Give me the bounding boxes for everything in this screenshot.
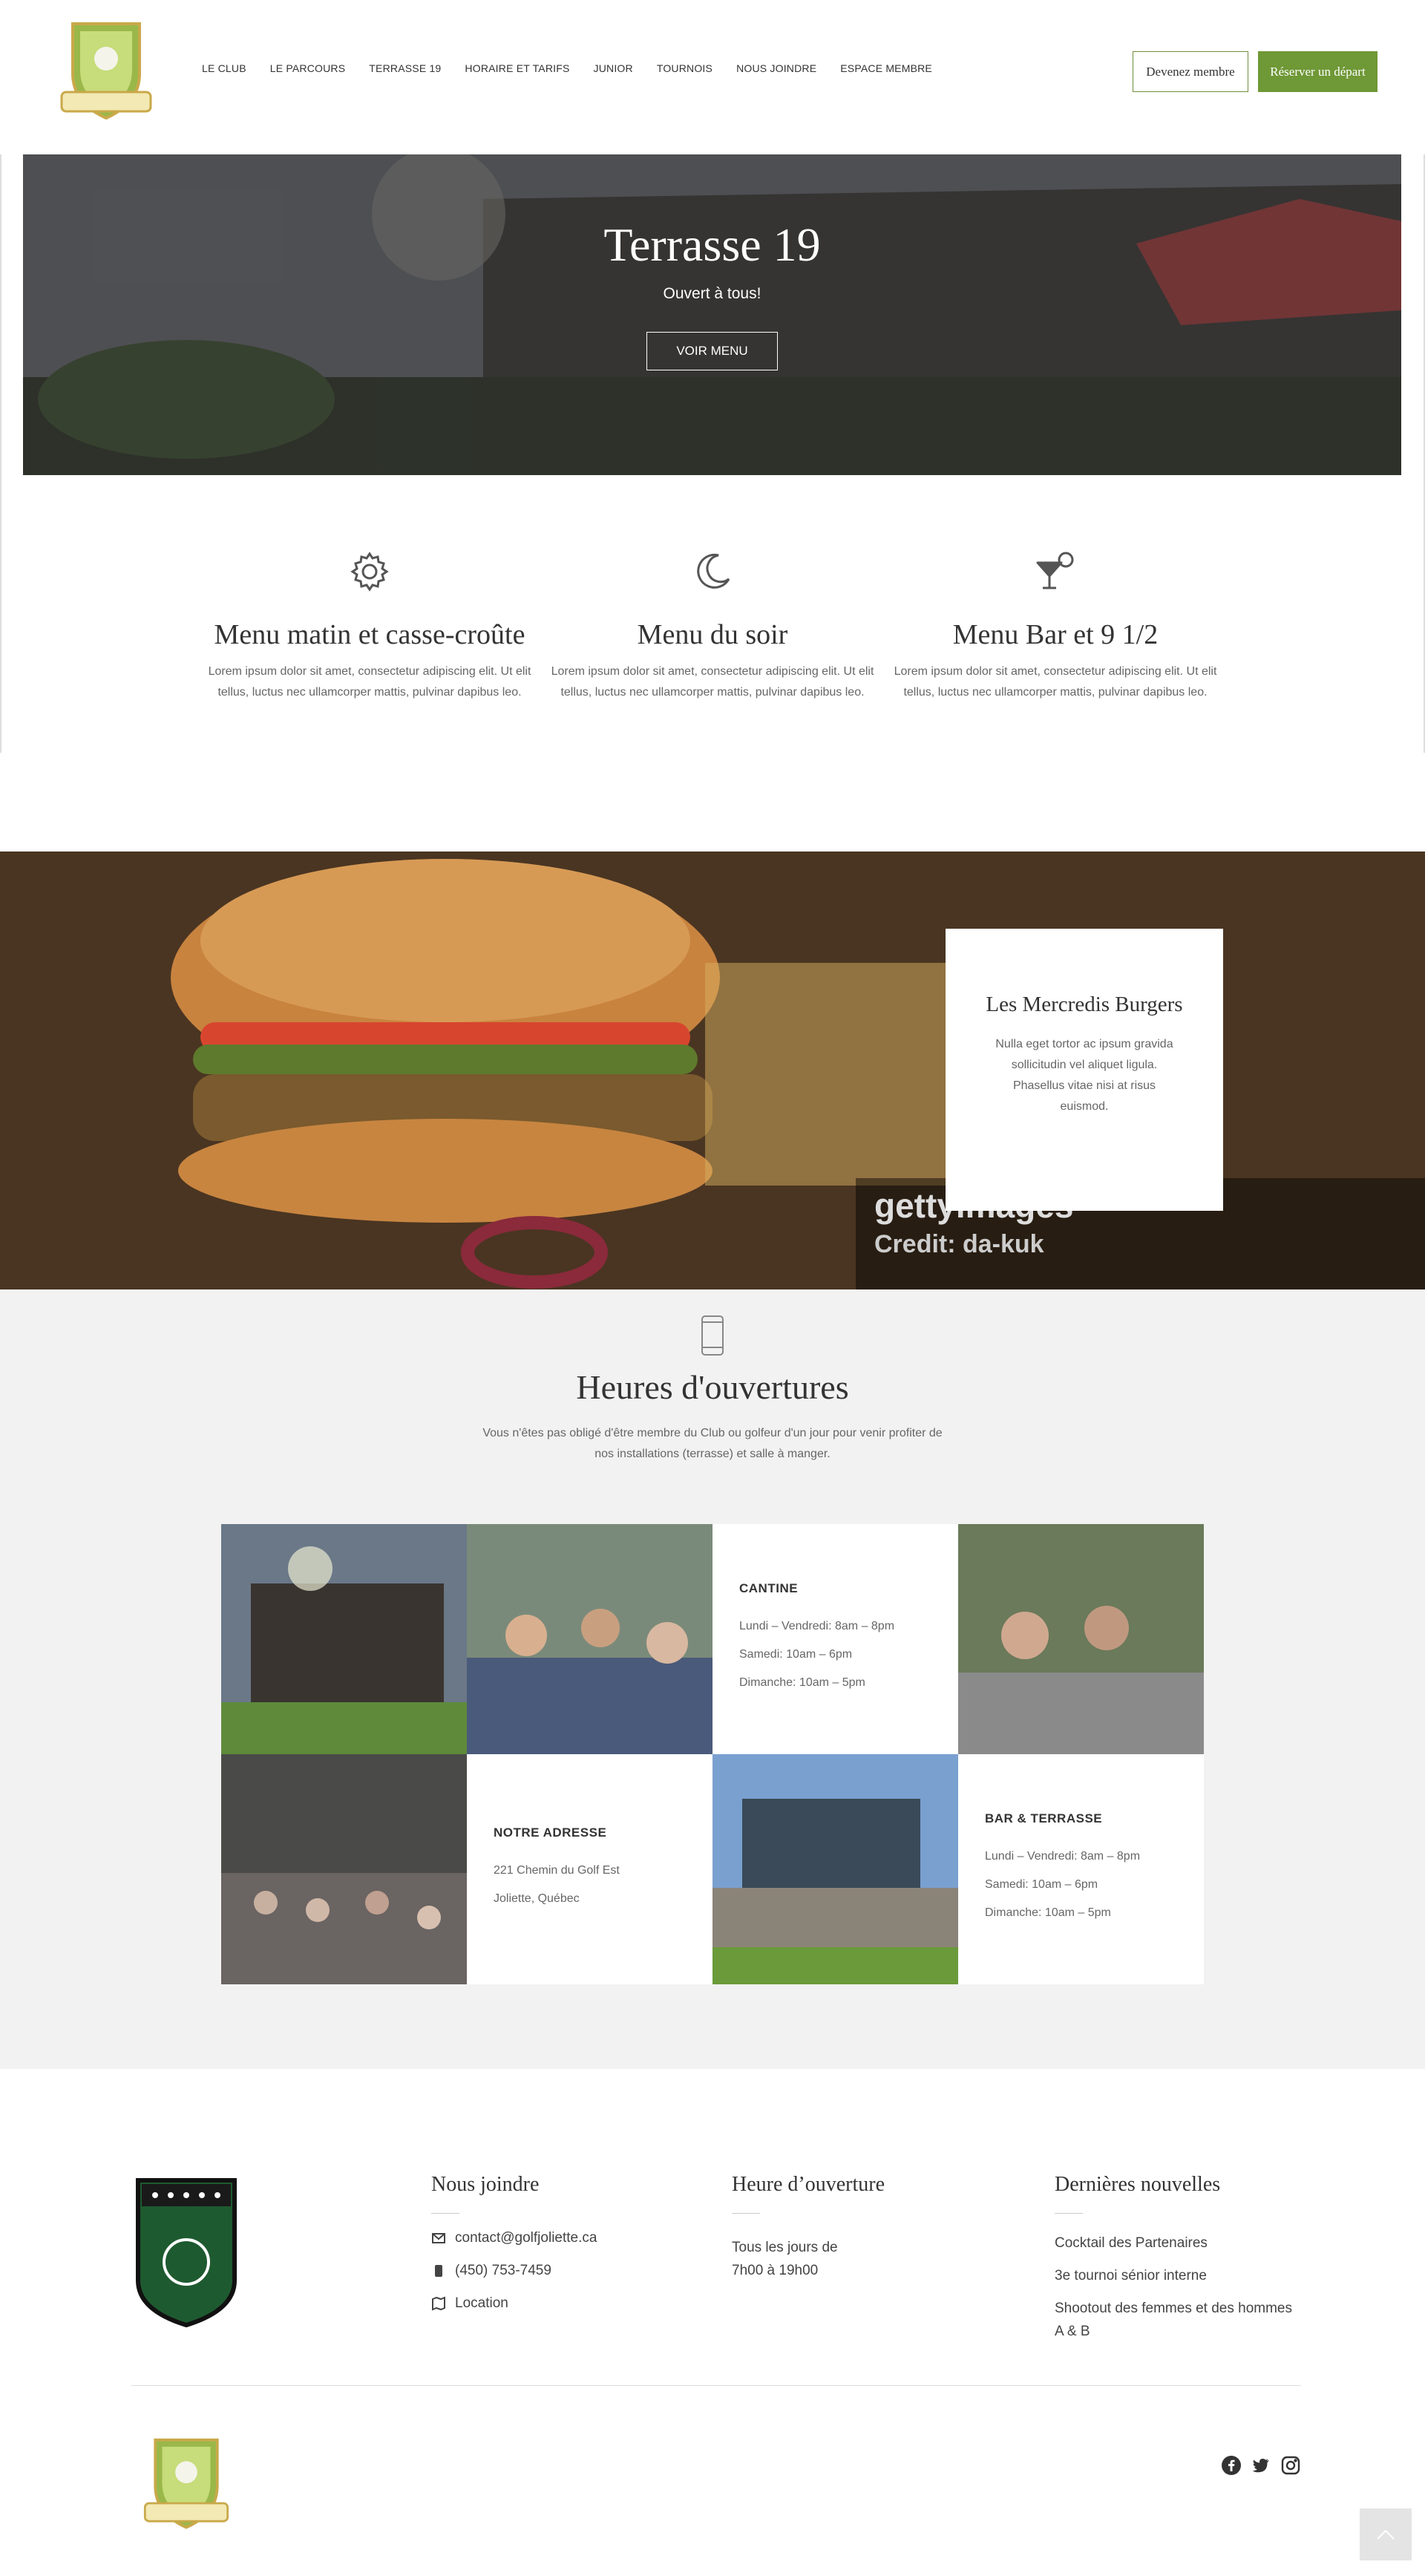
- footer-divider: [131, 2385, 1301, 2386]
- moon-icon: [697, 553, 730, 589]
- feature-title: Menu Bar et 9 1/2: [952, 619, 1159, 650]
- nav-junior[interactable]: JUNIOR: [594, 62, 633, 74]
- footer-contact-title: Nous joindre: [431, 2173, 540, 2196]
- address-street: 221 Chemin du Golf Est: [494, 1864, 620, 1877]
- burger-card: Les Mercredis Burgers Nulla eget tortor …: [946, 929, 1223, 1211]
- address-title: NOTRE ADRESSE: [494, 1825, 607, 1840]
- map-icon: [432, 2296, 445, 2311]
- feature-title: Menu matin et casse-croûte: [214, 619, 525, 650]
- footer-news-title: Dernières nouvelles: [1055, 2173, 1221, 2196]
- menu-features: Menu matin et casse-croûte Lorem ipsum d…: [0, 549, 1425, 728]
- nav-le-parcours[interactable]: LE PARCOURS: [270, 62, 346, 74]
- photo-terrace-crowd: [221, 1754, 467, 1984]
- burger-promo-section: gettyimages Credit: da-kuk Les Mercredis…: [0, 851, 1425, 1289]
- footer-location[interactable]: Location: [431, 2295, 597, 2312]
- nav-horaire-et-tarifs[interactable]: HORAIRE ET TARIFS: [465, 62, 569, 74]
- address-city: Joliette, Québec: [494, 1892, 580, 1905]
- facebook-icon[interactable]: [1221, 2455, 1242, 2476]
- agcq-shield-logo: [136, 2178, 237, 2328]
- footer-separator: [431, 2213, 459, 2214]
- feature-evening-menu: Menu du soir Lorem ipsum dolor sit amet,…: [551, 549, 874, 703]
- footer-contact-col: Nous joindre contact@golfjoliette.ca (45…: [431, 2173, 597, 2312]
- nav-le-club[interactable]: LE CLUB: [202, 62, 246, 74]
- getty-credit: Credit: da-kuk: [874, 1230, 1044, 1258]
- news-link[interactable]: Cocktail des Partenaires: [1055, 2232, 1300, 2255]
- footer-separator: [1055, 2213, 1083, 2214]
- address-tile: NOTRE ADRESSE 221 Chemin du Golf Est Jol…: [467, 1754, 712, 1984]
- smartphone-icon: [701, 1315, 724, 1356]
- footer-hours-line: 7h00 à 19h00: [732, 2263, 819, 2278]
- bar-title: BAR & TERRASSE: [985, 1811, 1103, 1825]
- bar-terrace-hours-tile: BAR & TERRASSE Lundi – Vendredi: 8am – 8…: [958, 1754, 1204, 1984]
- burger-card-text: Nulla eget tortor ac ipsum gravida solli…: [995, 1038, 1173, 1113]
- hours-intro: Vous n'êtes pas obligé d'être membre du …: [482, 1427, 943, 1460]
- photo-guests-laughing: [958, 1524, 1204, 1754]
- hero-title: Terrasse 19: [603, 218, 821, 271]
- become-member-button[interactable]: Devenez membre: [1133, 51, 1248, 92]
- cantine-title: CANTINE: [739, 1581, 799, 1595]
- news-link[interactable]: Shootout des femmes et des hommes A & B: [1055, 2297, 1300, 2343]
- hours-title: Heures d'ouvertures: [576, 1368, 849, 1406]
- cantine-hours-tile: CANTINE Lundi – Vendredi: 8am – 8pm Same…: [712, 1524, 958, 1754]
- book-tee-time-button[interactable]: Réserver un départ: [1258, 51, 1378, 92]
- main-nav: LE CLUB LE PARCOURS TERRASSE 19 HORAIRE …: [202, 62, 932, 74]
- footer-phone[interactable]: (450) 753-7459: [431, 2263, 597, 2279]
- instagram-icon[interactable]: [1280, 2455, 1301, 2476]
- bar-sunday: Dimanche: 10am – 5pm: [985, 1906, 1111, 1919]
- opening-hours-section: Heures d'ouvertures Vous n'êtes pas obli…: [0, 1289, 1425, 2069]
- golf-joliette-logo[interactable]: [54, 18, 158, 125]
- nav-espace-membre[interactable]: ESPACE MEMBRE: [840, 62, 932, 74]
- photo-clubhouse-day: [712, 1754, 958, 1984]
- envelope-icon: [432, 2233, 445, 2243]
- site-footer: Nous joindre contact@golfjoliette.ca (45…: [0, 2069, 1425, 2576]
- cantine-weekday: Lundi – Vendredi: 8am – 8pm: [739, 1620, 895, 1632]
- golf-joliette-footer-logo[interactable]: [138, 2434, 235, 2534]
- nav-tournois[interactable]: TOURNOIS: [657, 62, 712, 74]
- footer-hours-col: Heure d’ouverture Tous les jours de 7h00…: [732, 2173, 885, 2282]
- photo-clubhouse-evening: [221, 1524, 467, 1754]
- footer-email-text: contact@golfjoliette.ca: [455, 2230, 597, 2246]
- cocktail-icon: [1036, 552, 1074, 589]
- hours-grid: CANTINE Lundi – Vendredi: 8am – 8pm Same…: [221, 1524, 1204, 1984]
- hero-subtitle: Ouvert à tous!: [663, 285, 761, 302]
- footer-hours-line: Tous les jours de: [732, 2240, 838, 2255]
- news-link[interactable]: 3e tournoi sénior interne: [1055, 2264, 1300, 2287]
- footer-separator: [732, 2213, 760, 2214]
- bar-saturday: Samedi: 10am – 6pm: [985, 1878, 1098, 1891]
- burger-card-title: Les Mercredis Burgers: [986, 993, 1183, 1016]
- footer-location-text: Location: [455, 2295, 508, 2311]
- nav-terrasse-19[interactable]: TERRASSE 19: [369, 62, 441, 74]
- cantine-saturday: Samedi: 10am – 6pm: [739, 1648, 853, 1661]
- back-to-top-button[interactable]: [1360, 2508, 1412, 2560]
- footer-news-col: Dernières nouvelles Cocktail des Partena…: [1055, 2173, 1300, 2353]
- feature-text: Lorem ipsum dolor sit amet, consectetur …: [894, 665, 1217, 699]
- bar-weekday: Lundi – Vendredi: 8am – 8pm: [985, 1850, 1141, 1863]
- footer-hours-title: Heure d’ouverture: [732, 2173, 885, 2196]
- footer-email[interactable]: contact@golfjoliette.ca: [431, 2230, 597, 2246]
- feature-text: Lorem ipsum dolor sit amet, consectetur …: [551, 665, 874, 699]
- hero-overlay: [23, 154, 1401, 475]
- feature-text: Lorem ipsum dolor sit amet, consectetur …: [208, 665, 531, 699]
- twitter-icon[interactable]: [1251, 2455, 1271, 2476]
- footer-phone-text: (450) 753-7459: [455, 2263, 551, 2278]
- chevron-up-icon: [1377, 2529, 1395, 2540]
- feature-title: Menu du soir: [637, 619, 788, 650]
- phone-icon: [435, 2265, 442, 2277]
- photo-dining-group: [467, 1524, 712, 1754]
- nav-nous-joindre[interactable]: NOUS JOINDRE: [736, 62, 816, 74]
- cantine-sunday: Dimanche: 10am – 5pm: [739, 1676, 865, 1689]
- feature-morning-menu: Menu matin et casse-croûte Lorem ipsum d…: [208, 549, 531, 703]
- hero-banner: Terrasse 19 Ouvert à tous! VOIR MENU: [23, 154, 1401, 475]
- feature-bar-menu: Menu Bar et 9 1/2 Lorem ipsum dolor sit …: [894, 549, 1217, 703]
- gear-icon: [350, 552, 389, 592]
- site-header: LE CLUB LE PARCOURS TERRASSE 19 HORAIRE …: [0, 0, 1425, 154]
- social-links: [1221, 2455, 1301, 2476]
- view-menu-button[interactable]: VOIR MENU: [646, 332, 778, 370]
